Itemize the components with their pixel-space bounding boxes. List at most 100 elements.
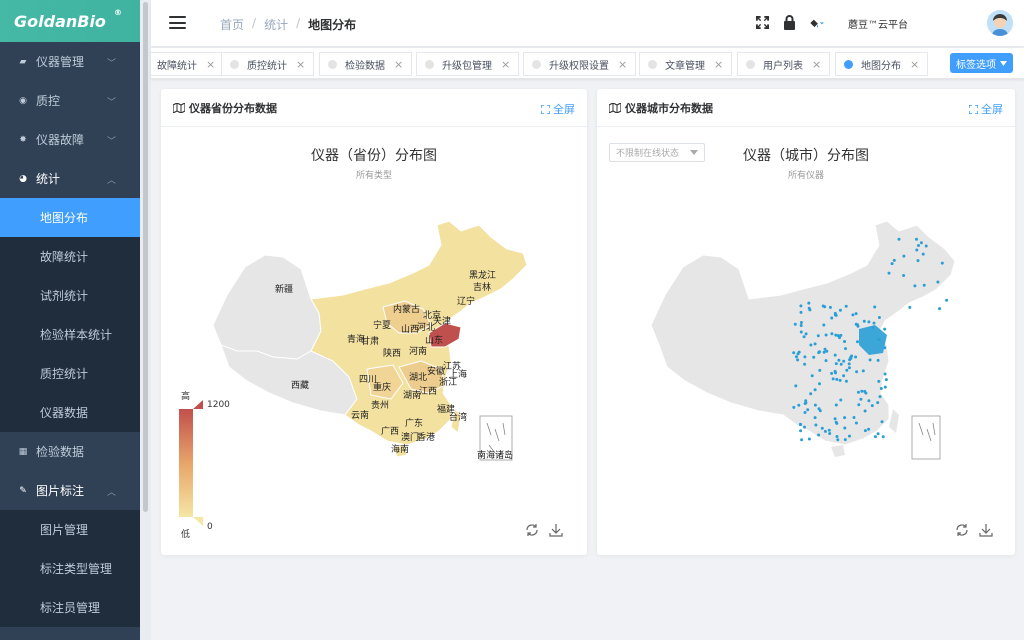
city-point[interactable] [813,416,817,420]
city-point[interactable] [847,362,851,366]
city-point[interactable] [863,389,867,393]
city-point[interactable] [820,426,824,430]
city-point[interactable] [938,307,941,311]
sidebar-subitem-qc-stats[interactable]: 质控统计 [0,354,140,393]
scrollbar-thumb[interactable] [143,2,148,512]
city-point[interactable] [796,352,800,356]
city-point[interactable] [873,305,877,309]
sidebar-subitem-image-manage[interactable]: 图片管理 [0,510,140,549]
city-point[interactable] [890,262,894,266]
city-point[interactable] [838,378,842,382]
city-point[interactable] [835,435,839,438]
city-point[interactable] [837,358,841,362]
city-point[interactable] [855,370,859,374]
city-point[interactable] [844,379,848,383]
city-point[interactable] [804,332,808,336]
city-point[interactable] [854,421,858,425]
city-point[interactable] [883,327,887,331]
region-china[interactable] [650,220,956,446]
city-point[interactable] [870,404,874,408]
city-point[interactable] [921,252,925,256]
city-point[interactable] [794,355,798,359]
lock-icon[interactable] [782,15,797,30]
tag-map-distribution[interactable]: 地图分布 × [835,52,929,76]
tag-upgrade-permission[interactable]: 升级权限设置 × [523,52,637,76]
city-point[interactable] [830,371,834,375]
city-point[interactable] [859,397,863,401]
visual-map-handle-top[interactable] [193,400,203,409]
close-icon[interactable]: × [910,58,919,71]
sidebar-subitem-label-type-manage[interactable]: 标注类型管理 [0,549,140,588]
city-point[interactable] [863,409,867,413]
city-point[interactable] [897,237,901,241]
city-point[interactable] [892,258,896,262]
region-taiwan[interactable] [889,409,899,433]
city-point[interactable] [919,241,923,245]
sidebar-item-instrument-management[interactable]: ▰ 仪器管理 ﹀ [0,42,140,81]
city-point[interactable] [876,401,880,405]
city-point[interactable] [851,313,855,317]
hamburger-icon[interactable] [169,16,186,29]
city-point[interactable] [833,369,837,373]
city-point[interactable] [803,425,806,429]
province-map[interactable]: 新疆 西藏 青海 甘肃 宁夏 内蒙古 黑龙江 吉林 辽宁 北京 天津 河北 山西… [161,89,587,555]
city-point[interactable] [940,261,944,265]
city-point[interactable] [817,407,821,411]
city-point[interactable] [848,434,851,438]
city-point[interactable] [799,304,803,308]
city-point[interactable] [861,369,865,373]
city-point[interactable] [845,368,849,372]
city-point[interactable] [824,359,828,363]
city-point[interactable] [823,305,827,309]
tag-user-list[interactable]: 用户列表 × [737,52,831,76]
city-point[interactable] [799,321,803,324]
city-point[interactable] [812,355,816,359]
city-point[interactable] [917,244,920,247]
sidebar-scrollbar[interactable] [140,0,151,640]
city-point[interactable] [916,259,920,263]
city-point[interactable] [843,416,847,420]
city-point[interactable] [843,426,847,430]
tag-article-management[interactable]: 文章管理 × [639,52,733,76]
download-icon[interactable] [549,523,563,537]
city-point[interactable] [915,237,918,241]
city-point[interactable] [818,350,821,354]
city-point[interactable] [803,411,807,414]
city-point[interactable] [828,305,832,309]
city-point[interactable] [804,399,808,403]
city-point[interactable] [799,310,803,314]
city-point[interactable] [799,330,803,334]
close-icon[interactable]: × [394,58,403,71]
city-point[interactable] [809,392,813,396]
city-point[interactable] [867,427,871,431]
city-point[interactable] [857,403,861,407]
region-hainan[interactable] [831,445,845,457]
city-point[interactable] [833,353,837,357]
breadcrumb-statistics[interactable]: 统计 [264,16,288,33]
city-point[interactable] [824,333,828,337]
city-point[interactable] [793,322,797,326]
city-point[interactable] [876,358,880,362]
sidebar-item-statistics[interactable]: ◕ 统计 ︿ [0,159,140,198]
visual-map-handle-bottom[interactable] [193,517,203,526]
breadcrumb-home[interactable]: 首页 [220,16,244,33]
sidebar-subitem-map[interactable]: 地图分布 [0,198,140,237]
city-point[interactable] [867,320,871,324]
city-point[interactable] [809,343,813,347]
tag-options-button[interactable]: 标签选项 [950,53,1013,73]
close-icon[interactable]: × [501,58,510,71]
city-point[interactable] [878,395,882,399]
city-point[interactable] [803,355,807,359]
tag-test-data[interactable]: 检验数据 × [319,52,413,76]
city-point[interactable] [831,377,835,381]
city-point[interactable] [908,305,912,309]
city-point[interactable] [877,316,881,319]
city-point[interactable] [798,423,802,427]
sidebar-subitem-instrument-data[interactable]: 仪器数据 [0,393,140,432]
city-point[interactable] [822,323,826,327]
download-icon[interactable] [979,523,993,537]
city-point[interactable] [800,438,804,442]
city-point[interactable] [843,340,846,343]
city-point[interactable] [822,350,826,354]
city-point[interactable] [834,362,838,366]
